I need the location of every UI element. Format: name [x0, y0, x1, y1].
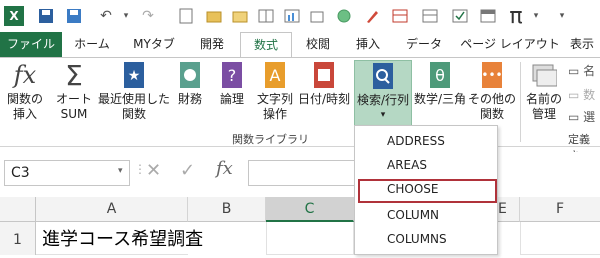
menu-item-choose[interactable]: CHOOSE — [355, 178, 497, 200]
new-icon[interactable] — [176, 6, 196, 26]
table-icon[interactable] — [390, 6, 410, 26]
chart-icon[interactable] — [282, 6, 302, 26]
tab-formulas[interactable]: 数式 — [240, 32, 292, 57]
star-book-icon: ★ — [121, 60, 147, 90]
financial-button[interactable]: 財務 — [172, 60, 208, 130]
math-trig-button[interactable]: θ 数学/三角 — [412, 60, 468, 130]
check-icon[interactable] — [450, 6, 470, 26]
define-name-button[interactable]: ▭ 名 — [568, 62, 595, 79]
tab-insert[interactable]: 挿入 — [346, 32, 390, 57]
redo-icon[interactable]: ↷ — [138, 6, 158, 26]
recently-used-button[interactable]: ★ 最近使用した 関数 — [98, 60, 170, 130]
column-header-f[interactable]: F — [520, 197, 600, 222]
a-book-icon: A — [262, 60, 288, 90]
formula-bar: C3 ▾ ⋮ ✕ ✓ fx — [0, 152, 600, 194]
name-manager-button[interactable]: 名前の 管理 — [524, 60, 564, 130]
use-in-formula-button[interactable]: ▭ 数 — [568, 86, 595, 103]
pane-icon[interactable] — [256, 6, 276, 26]
pi-dropdown-icon[interactable]: ▾ — [526, 6, 546, 26]
undo-dropdown-icon[interactable]: ▾ — [116, 6, 136, 26]
column-header-b[interactable]: B — [188, 197, 266, 222]
name-box[interactable]: C3 — [4, 160, 130, 186]
chevron-down-icon: ▾ — [380, 110, 386, 120]
more-icon: ⋮ — [134, 162, 146, 176]
names-icon — [531, 60, 557, 90]
svg-text:★: ★ — [128, 68, 141, 84]
theta-book-icon: θ — [427, 60, 453, 90]
save-icon[interactable] — [36, 6, 56, 26]
column-header-e[interactable]: E — [498, 197, 520, 222]
tab-home[interactable]: ホーム — [66, 32, 118, 57]
more-functions-button[interactable]: ••• その他の 関数 — [468, 60, 516, 130]
create-from-selection-button[interactable]: ▭ 選 — [568, 108, 595, 125]
brush-icon[interactable] — [362, 6, 382, 26]
group-divider — [520, 62, 521, 142]
group-label-function-library: 関数ライブラリ — [232, 133, 309, 146]
search-book-icon — [370, 61, 396, 91]
tab-developer[interactable]: 開発 — [190, 32, 234, 57]
lookup-functions-dropdown: ADDRESS AREAS CHOOSE COLUMN COLUMNS — [354, 125, 498, 255]
menu-item-areas[interactable]: AREAS — [355, 154, 497, 176]
menu-item-column[interactable]: COLUMN — [355, 204, 497, 226]
folder-icon[interactable] — [230, 6, 250, 26]
cell-a1[interactable]: 進学コース希望調査 — [36, 222, 203, 255]
ribbon-tabs: ファイル ホーム MYタブ 開発 数式 校閲 挿入 データ ページ レイアウト … — [0, 32, 600, 57]
open-icon[interactable] — [204, 6, 224, 26]
tab-mytab[interactable]: MYタブ — [124, 32, 184, 57]
ribbon: fx 関数の 挿入 Σ オート SUM ★ 最近使用した 関数 財務 ? 論理 … — [0, 57, 600, 162]
tab-file[interactable]: ファイル — [0, 32, 62, 57]
menu-item-columns[interactable]: COLUMNS — [355, 228, 497, 250]
autosum-button[interactable]: Σ オート SUM — [52, 60, 96, 130]
logical-button[interactable]: ? 論理 — [214, 60, 250, 130]
insert-function-icon[interactable]: fx — [216, 158, 233, 179]
cell-c1[interactable] — [266, 222, 354, 255]
money-book-icon — [177, 60, 203, 90]
customize-qat-icon[interactable]: ▾ — [552, 6, 572, 26]
circle-icon[interactable] — [334, 6, 354, 26]
excel-icon: X — [4, 6, 24, 26]
select-all-corner[interactable] — [0, 197, 36, 222]
undo-icon[interactable]: ↶ — [96, 6, 116, 26]
enter-icon[interactable]: ✓ — [180, 160, 195, 181]
tab-page-layout[interactable]: ページ レイアウト — [460, 32, 560, 57]
fx-icon: fx — [13, 60, 37, 89]
dots-book-icon: ••• — [479, 60, 505, 90]
table3-icon[interactable] — [478, 6, 498, 26]
date-time-button[interactable]: 日付/時刻 — [296, 60, 352, 130]
quick-access-toolbar: X ↶ ▾ ↷ π ▾ ▾ — [0, 0, 600, 32]
cancel-icon[interactable]: ✕ — [146, 160, 161, 181]
text-button[interactable]: A 文字列 操作 — [254, 60, 296, 130]
cell-f1[interactable] — [520, 222, 600, 255]
calendar-book-icon — [311, 60, 337, 90]
insert-function-button[interactable]: fx 関数の 挿入 — [4, 60, 46, 130]
svg-text:θ: θ — [435, 66, 445, 85]
row-header-1[interactable]: 1 — [0, 222, 36, 255]
column-header-a[interactable]: A — [36, 197, 188, 222]
pi-icon[interactable]: π — [506, 4, 526, 29]
svg-text:A: A — [270, 66, 281, 85]
save-copy-icon[interactable] — [64, 6, 84, 26]
table2-icon[interactable] — [420, 6, 440, 26]
svg-text:•••: ••• — [481, 68, 502, 82]
name-box-dropdown-icon[interactable]: ▾ — [118, 166, 123, 176]
svg-text:?: ? — [228, 66, 237, 85]
tab-review[interactable]: 校閲 — [296, 32, 340, 57]
menu-item-address[interactable]: ADDRESS — [355, 130, 497, 152]
lookup-reference-button[interactable]: 検索/行列 ▾ — [354, 60, 412, 130]
question-book-icon: ? — [219, 60, 245, 90]
tab-view[interactable]: 表示 — [564, 32, 600, 57]
column-header-c[interactable]: C — [266, 197, 354, 222]
shape-icon[interactable] — [308, 6, 328, 26]
sigma-icon: Σ — [65, 58, 83, 92]
tab-data[interactable]: データ — [396, 32, 452, 57]
formula-input[interactable] — [248, 160, 354, 186]
